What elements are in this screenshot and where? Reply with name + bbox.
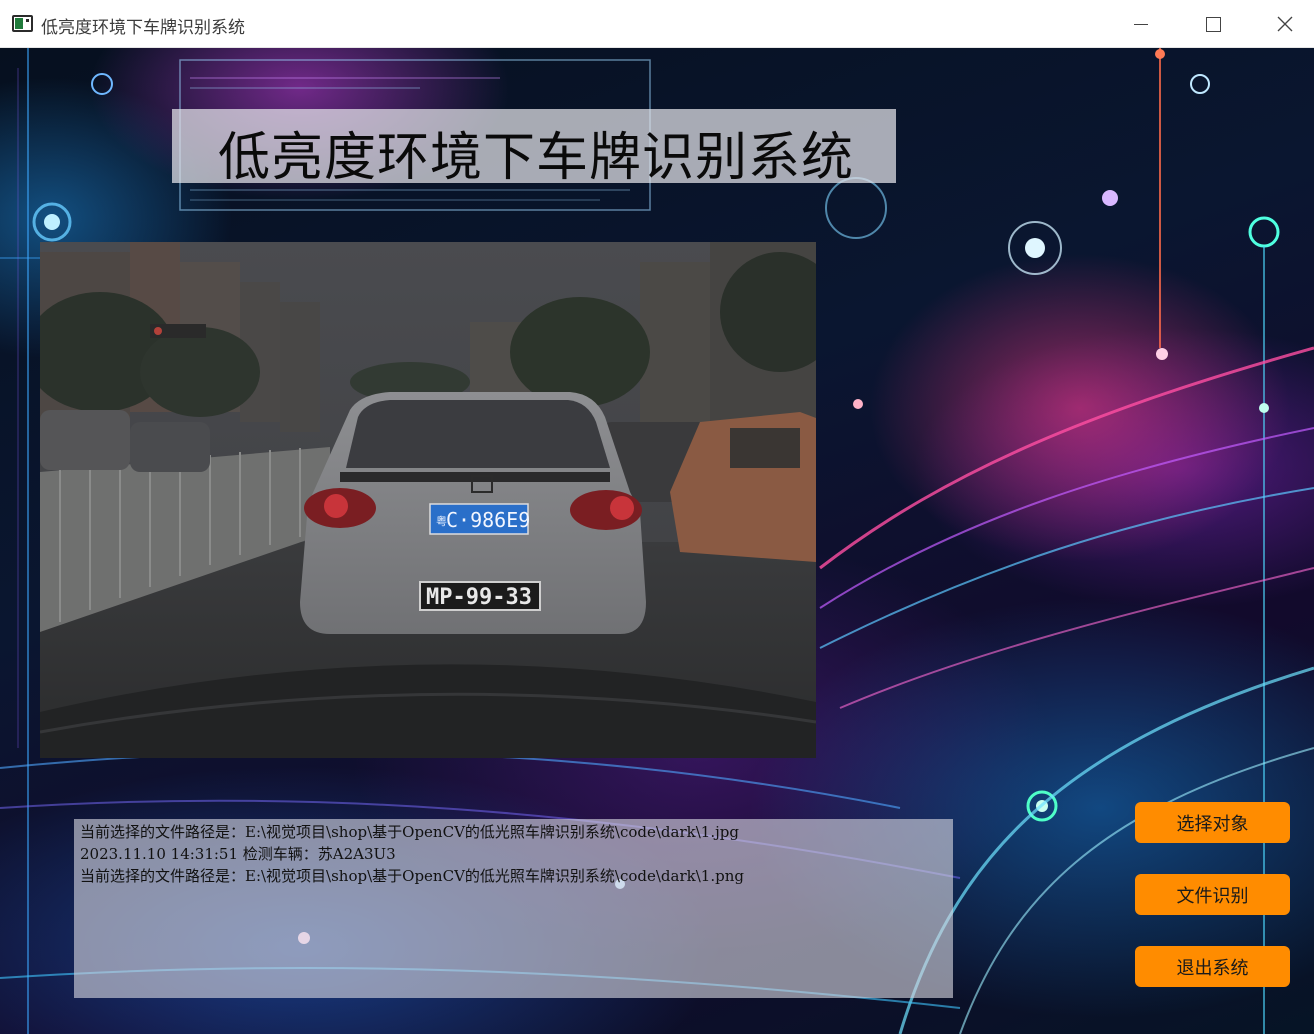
log-line: 当前选择的文件路径是：E:\视觉项目\shop\基于OpenCV的低光照车牌识别… <box>80 823 739 841</box>
close-icon <box>1277 16 1293 32</box>
front-plate-text: C·986E9 <box>446 508 530 532</box>
window-titlebar: 低亮度环境下车牌识别系统 <box>0 0 1314 48</box>
main-canvas: 低亮度环境下车牌识别系统 粤 C·986E9 MP-99-33 当前选择的文件路… <box>0 48 1314 1034</box>
minimize-button[interactable] <box>1105 0 1177 48</box>
log-line: 当前选择的文件路径是：E:\视觉项目\shop\基于OpenCV的低光照车牌识别… <box>80 867 744 885</box>
exit-system-button[interactable]: 退出系统 <box>1135 946 1290 987</box>
headline-banner: 低亮度环境下车牌识别系统 <box>172 109 896 188</box>
page-title: 低亮度环境下车牌识别系统 <box>218 128 855 188</box>
app-window-icon <box>12 15 33 32</box>
log-line: 2023.11.10 14:31:51 检测车辆：苏A2A3U3 <box>80 845 396 863</box>
maximize-button[interactable] <box>1177 0 1249 48</box>
minimize-icon <box>1134 23 1148 25</box>
maximize-icon <box>1205 16 1221 32</box>
window-title: 低亮度环境下车牌识别系统 <box>41 18 245 38</box>
close-button[interactable] <box>1249 0 1314 48</box>
file-recognize-button[interactable]: 文件识别 <box>1135 874 1290 915</box>
street-scene-image: 粤 C·986E9 MP-99-33 <box>40 242 816 758</box>
rear-plate-text: MP-99-33 <box>426 585 532 610</box>
image-preview: 粤 C·986E9 MP-99-33 <box>40 242 816 758</box>
select-object-button[interactable]: 选择对象 <box>1135 802 1290 843</box>
log-panel: 当前选择的文件路径是：E:\视觉项目\shop\基于OpenCV的低光照车牌识别… <box>74 819 953 998</box>
